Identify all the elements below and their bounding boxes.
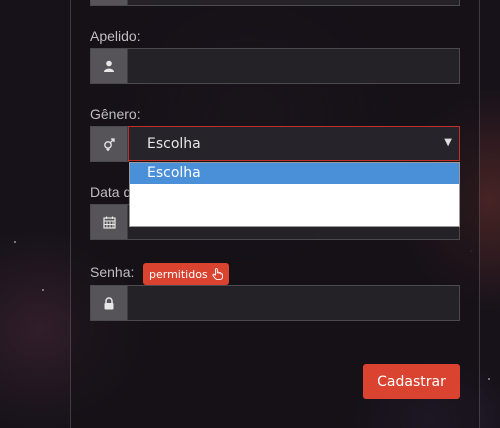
field-addon — [91, 0, 128, 5]
senha-input[interactable] — [128, 286, 459, 320]
genero-select[interactable]: Escolha ▼ — [128, 126, 460, 161]
hand-pointer-icon — [212, 268, 223, 280]
user-icon — [91, 49, 128, 83]
calendar-icon — [91, 205, 128, 239]
genero-field — [90, 126, 129, 162]
genero-dropdown-overlay: Escolha — [129, 162, 460, 227]
senha-label: Senha: — [90, 264, 135, 280]
name-field[interactable] — [90, 0, 460, 6]
cadastrar-button[interactable]: Cadastrar — [363, 364, 460, 399]
apelido-field[interactable] — [90, 48, 460, 84]
apelido-label: Apelido: — [90, 28, 141, 44]
senha-info-badge[interactable]: permitidos — [143, 263, 229, 285]
gender-icon — [91, 127, 128, 161]
dropdown-option-escolha-overlay[interactable]: Escolha — [130, 163, 459, 184]
lock-icon — [91, 286, 128, 320]
badge-text: permitidos — [149, 267, 208, 281]
genero-select-value: Escolha — [147, 135, 201, 152]
senha-field[interactable] — [90, 285, 460, 321]
data-label: Data d — [90, 184, 132, 200]
caret-down-icon: ▼ — [444, 137, 452, 148]
apelido-input[interactable] — [128, 49, 459, 83]
genero-label: Gênero: — [90, 106, 141, 122]
